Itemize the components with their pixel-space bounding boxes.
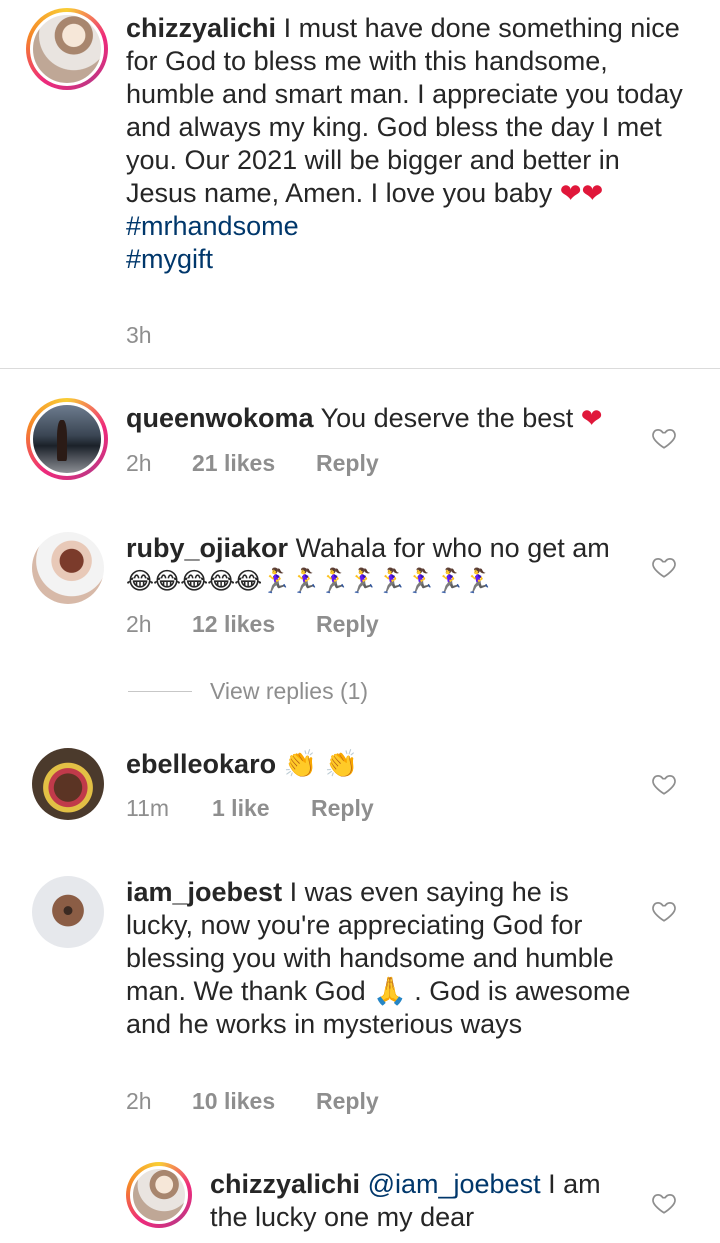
comment-meta: 2h 12 likes Reply — [126, 611, 379, 638]
caption-meta: 3h — [126, 322, 152, 349]
heart-outline-icon[interactable] — [651, 771, 677, 797]
avatar[interactable] — [126, 1162, 192, 1228]
emoji-text: 😂😂😂😂😂🏃‍♀️🏃‍♀️🏃‍♀️🏃‍♀️🏃‍♀️🏃‍♀️🏃‍♀️🏃‍♀️ — [126, 568, 493, 595]
caption-username[interactable]: chizzyalichi — [126, 13, 276, 43]
comment-text: ebelleokaro 👏 👏 — [126, 748, 626, 781]
view-replies-button[interactable]: View replies (1) — [128, 678, 368, 705]
emoji-text: 🙏 — [373, 976, 407, 1006]
comment-username[interactable]: ebelleokaro — [126, 749, 276, 779]
emoji-text: 👏 👏 — [283, 749, 359, 779]
comment-likes[interactable]: 12 likes — [192, 611, 316, 638]
heart-emoji: ❤ — [580, 403, 603, 433]
avatar[interactable] — [32, 532, 104, 604]
avatar[interactable] — [32, 876, 104, 948]
comment-meta: 11m 1 like Reply — [126, 795, 374, 822]
divider — [128, 691, 192, 692]
heart-outline-icon[interactable] — [651, 554, 677, 580]
avatar[interactable] — [26, 8, 108, 90]
comment-likes[interactable]: 21 likes — [192, 450, 316, 477]
comment-text: queenwokoma You deserve the best ❤ — [126, 402, 626, 435]
avatar[interactable] — [26, 398, 108, 480]
reply-button[interactable]: Reply — [316, 450, 379, 477]
reply-button[interactable]: Reply — [316, 1088, 379, 1115]
comment-body: You deserve the best — [320, 403, 574, 433]
comment-likes[interactable]: 1 like — [212, 795, 311, 822]
comment-text: iam_joebest I was even saying he is luck… — [126, 876, 636, 1041]
comment-meta: 2h 21 likes Reply — [126, 450, 379, 477]
comment-username[interactable]: iam_joebest — [126, 877, 282, 907]
heart-outline-icon[interactable] — [651, 425, 677, 451]
avatar[interactable] — [32, 748, 104, 820]
reply-button[interactable]: Reply — [316, 611, 379, 638]
hashtag-mygift[interactable]: #mygift — [126, 243, 686, 276]
comment-body: Wahala for who no get am — [295, 533, 610, 563]
caption-text: chizzyalichi I must have done something … — [126, 12, 686, 276]
comment-time: 2h — [126, 611, 152, 637]
divider — [0, 368, 720, 369]
comments-screen: chizzyalichi I must have done something … — [0, 0, 720, 1243]
reply-text: chizzyalichi @iam_joebest I am the lucky… — [210, 1168, 630, 1234]
comment-likes[interactable]: 10 likes — [192, 1088, 316, 1115]
comment-text: ruby_ojiakor Wahala for who no get am 😂😂… — [126, 532, 626, 598]
hashtag-mrhandsome[interactable]: #mrhandsome — [126, 210, 686, 243]
mention-link[interactable]: @iam_joebest — [368, 1169, 541, 1199]
comment-time: 11m — [126, 795, 170, 821]
heart-outline-icon[interactable] — [651, 1190, 677, 1216]
comment-time: 2h — [126, 450, 152, 476]
comment-meta: 2h 10 likes Reply — [126, 1088, 379, 1115]
reply-button[interactable]: Reply — [311, 795, 374, 822]
post-caption: chizzyalichi I must have done something … — [0, 0, 720, 368]
comment-username[interactable]: queenwokoma — [126, 403, 314, 433]
heart-emoji: ❤❤ — [559, 178, 604, 208]
reply-username[interactable]: chizzyalichi — [210, 1169, 360, 1199]
heart-outline-icon[interactable] — [651, 898, 677, 924]
comment-time: 2h — [126, 1088, 152, 1114]
comment-username[interactable]: ruby_ojiakor — [126, 533, 288, 563]
view-replies-label: View replies (1) — [210, 678, 369, 704]
caption-time: 3h — [126, 322, 152, 348]
